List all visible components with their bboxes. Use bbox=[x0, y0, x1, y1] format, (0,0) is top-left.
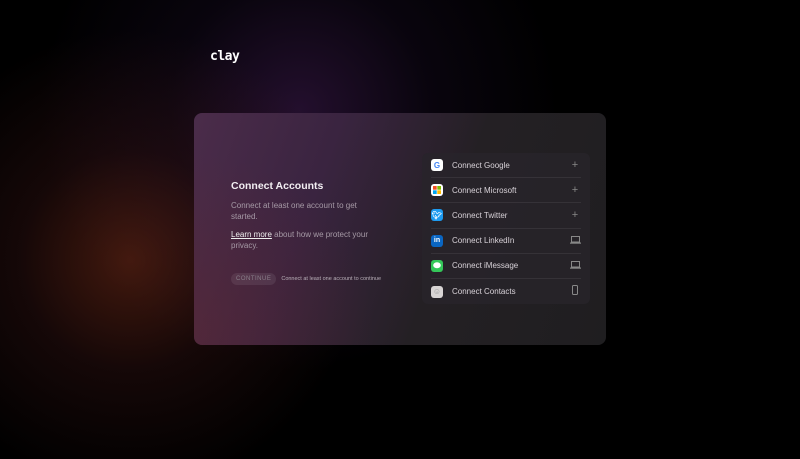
account-label: Connect Contacts bbox=[452, 287, 516, 297]
contacts-icon: ☺ bbox=[431, 285, 443, 298]
account-row-twitter[interactable]: 🐦︎ Connect Twitter + bbox=[431, 203, 581, 229]
google-icon: G bbox=[431, 159, 443, 172]
account-row-imessage[interactable]: Connect iMessage bbox=[431, 254, 581, 279]
account-label: Connect Twitter bbox=[452, 210, 508, 220]
subtitle: Connect at least one account to get star… bbox=[231, 201, 357, 221]
account-row-linkedin[interactable]: in Connect LinkedIn bbox=[431, 229, 581, 254]
plus-icon[interactable]: + bbox=[569, 159, 581, 171]
plus-icon[interactable]: + bbox=[569, 184, 581, 196]
plus-icon[interactable]: + bbox=[569, 209, 581, 221]
account-row-microsoft[interactable]: Connect Microsoft + bbox=[431, 178, 581, 204]
microsoft-icon bbox=[431, 184, 443, 197]
laptop-icon[interactable] bbox=[569, 260, 581, 272]
linkedin-icon: in bbox=[431, 234, 443, 247]
continue-button[interactable]: CONTINUE bbox=[231, 273, 277, 285]
laptop-icon[interactable] bbox=[569, 235, 581, 247]
privacy-note: Learn more about how we protect your pri… bbox=[231, 230, 368, 250]
imessage-icon bbox=[431, 259, 443, 272]
clay-logo: clay bbox=[210, 49, 240, 64]
twitter-icon: 🐦︎ bbox=[431, 209, 443, 222]
phone-icon[interactable] bbox=[569, 285, 581, 298]
account-label: Connect LinkedIn bbox=[452, 236, 515, 246]
account-row-google[interactable]: G Connect Google + bbox=[431, 153, 581, 179]
continue-hint: Connect at least one account to continue bbox=[281, 276, 382, 282]
account-label: Connect Microsoft bbox=[452, 185, 517, 195]
accounts-list: G Connect Google + Connect Microsoft + 🐦… bbox=[422, 153, 590, 304]
account-row-contacts[interactable]: ☺ Connect Contacts bbox=[431, 279, 581, 304]
account-label: Connect iMessage bbox=[452, 261, 519, 271]
account-label: Connect Google bbox=[452, 160, 510, 170]
learn-more-link[interactable]: Learn more bbox=[231, 230, 272, 239]
connect-accounts-card: Connect Accounts Connect at least one ac… bbox=[194, 113, 606, 345]
page-title: Connect Accounts bbox=[231, 180, 324, 192]
